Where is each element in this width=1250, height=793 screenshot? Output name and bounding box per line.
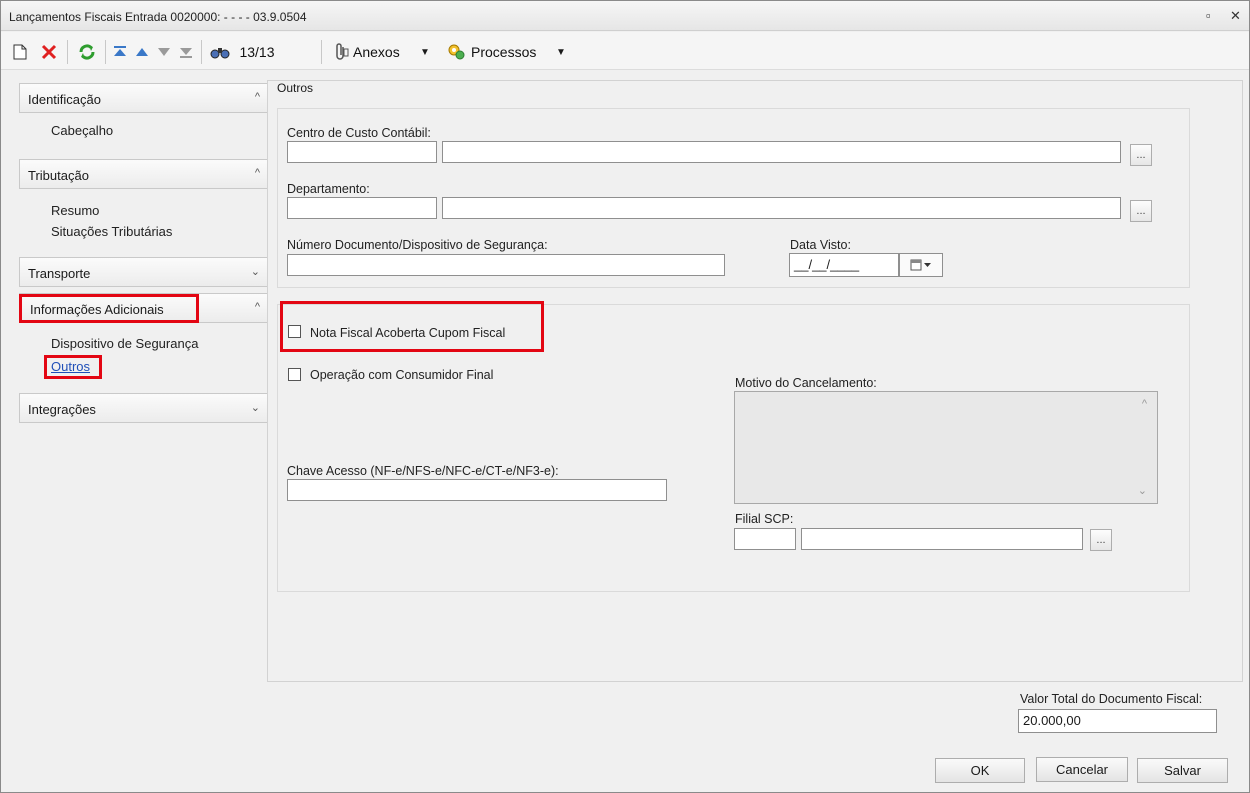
highlight-outros bbox=[44, 355, 102, 379]
group-identificacao[interactable]: Identificação ^ bbox=[19, 83, 275, 113]
chevron-down-icon: ⌄ bbox=[250, 402, 260, 414]
search-icon[interactable] bbox=[209, 41, 231, 63]
chevron-up-icon: ^ bbox=[254, 301, 260, 313]
nota-fiscal-label: Nota Fiscal Acoberta Cupom Fiscal bbox=[310, 326, 506, 340]
group-integracoes[interactable]: Integrações ⌄ bbox=[19, 393, 275, 423]
departamento-label: Departamento: bbox=[287, 182, 370, 196]
valor-total-label: Valor Total do Documento Fiscal: bbox=[1020, 692, 1203, 706]
sidebar-item-situacoes-tributarias[interactable]: Situações Tributárias bbox=[51, 224, 172, 239]
centro-custo-label: Centro de Custo Contábil: bbox=[287, 126, 431, 140]
group-transporte[interactable]: Transporte ⌄ bbox=[19, 257, 275, 287]
nota-fiscal-checkbox[interactable] bbox=[288, 325, 301, 338]
sidebar-item-resumo[interactable]: Resumo bbox=[51, 203, 99, 218]
scroll-down-icon[interactable]: ⌄ bbox=[1138, 484, 1147, 497]
data-visto-label: Data Visto: bbox=[790, 238, 851, 252]
filial-scp-code-input[interactable] bbox=[734, 528, 796, 550]
highlight-informacoes-adicionais bbox=[19, 294, 199, 323]
title-bar: Lançamentos Fiscais Entrada 0020000: - -… bbox=[1, 1, 1249, 31]
chevron-down-icon: ⌄ bbox=[250, 266, 260, 278]
first-record-icon[interactable] bbox=[111, 41, 129, 63]
consumidor-final-checkbox[interactable] bbox=[288, 368, 301, 381]
attachment-icon[interactable] bbox=[331, 41, 351, 63]
chevron-up-icon: ^ bbox=[254, 167, 260, 179]
sidebar-item-cabecalho[interactable]: Cabeçalho bbox=[51, 123, 113, 138]
group-label: Transporte bbox=[28, 266, 91, 281]
previous-record-icon[interactable] bbox=[133, 41, 151, 63]
ok-button[interactable]: OK bbox=[935, 758, 1025, 783]
section-title: Outros bbox=[277, 81, 314, 95]
delete-icon[interactable] bbox=[39, 41, 59, 63]
restore-icon[interactable]: ▫ bbox=[1206, 8, 1211, 23]
motivo-cancelamento-label: Motivo do Cancelamento: bbox=[735, 376, 877, 390]
anexos-menu[interactable]: Anexos bbox=[353, 41, 413, 63]
close-icon[interactable]: ✕ bbox=[1230, 8, 1241, 24]
data-visto-input[interactable]: __/__/____ bbox=[789, 253, 899, 277]
filial-scp-label: Filial SCP: bbox=[735, 512, 794, 526]
refresh-icon[interactable] bbox=[77, 41, 97, 63]
scroll-up-icon[interactable]: ^ bbox=[1142, 398, 1147, 410]
group-label: Integrações bbox=[28, 402, 96, 417]
numero-documento-input[interactable] bbox=[287, 254, 725, 276]
centro-custo-browse-button[interactable]: ... bbox=[1130, 144, 1152, 166]
processos-dropdown-icon[interactable]: ▼ bbox=[555, 41, 567, 63]
numero-documento-label: Número Documento/Dispositivo de Seguranç… bbox=[287, 238, 548, 252]
centro-custo-code-input[interactable] bbox=[287, 141, 437, 163]
main-window: Lançamentos Fiscais Entrada 0020000: - -… bbox=[0, 0, 1250, 793]
filial-scp-desc-input[interactable] bbox=[801, 528, 1083, 550]
valor-total-input[interactable]: 20.000,00 bbox=[1018, 709, 1217, 733]
filial-scp-browse-button[interactable]: ... bbox=[1090, 529, 1112, 551]
departamento-code-input[interactable] bbox=[287, 197, 437, 219]
centro-custo-desc-input[interactable] bbox=[442, 141, 1121, 163]
processos-menu[interactable]: Processos bbox=[471, 41, 551, 63]
toolbar: 13/13 Anexos ▼ Processos ▼ bbox=[1, 32, 1249, 70]
process-icon[interactable] bbox=[445, 41, 467, 63]
sidebar-item-dispositivo-seguranca[interactable]: Dispositivo de Segurança bbox=[51, 336, 198, 351]
motivo-cancelamento-textarea[interactable]: ^ ⌄ bbox=[734, 391, 1158, 504]
chave-acesso-label: Chave Acesso (NF-e/NFS-e/NFC-e/CT-e/NF3-… bbox=[287, 464, 559, 478]
departamento-browse-button[interactable]: ... bbox=[1130, 200, 1152, 222]
cancel-button[interactable]: Cancelar bbox=[1036, 757, 1128, 782]
group-label: Tributação bbox=[28, 168, 89, 183]
chevron-up-icon: ^ bbox=[254, 91, 260, 103]
calendar-icon bbox=[910, 259, 931, 271]
departamento-desc-input[interactable] bbox=[442, 197, 1121, 219]
new-icon[interactable] bbox=[11, 41, 29, 63]
group-tributacao[interactable]: Tributação ^ bbox=[19, 159, 275, 189]
window-title: Lançamentos Fiscais Entrada 0020000: - -… bbox=[9, 10, 307, 24]
group-label: Identificação bbox=[28, 92, 101, 107]
chave-acesso-input[interactable] bbox=[287, 479, 667, 501]
record-counter: 13/13 bbox=[239, 44, 275, 60]
consumidor-final-label: Operação com Consumidor Final bbox=[310, 368, 494, 382]
save-button[interactable]: Salvar bbox=[1137, 758, 1228, 783]
anexos-dropdown-icon[interactable]: ▼ bbox=[419, 41, 431, 63]
last-record-icon[interactable] bbox=[177, 41, 195, 63]
next-record-icon[interactable] bbox=[155, 41, 173, 63]
calendar-dropdown-button[interactable] bbox=[899, 253, 943, 277]
